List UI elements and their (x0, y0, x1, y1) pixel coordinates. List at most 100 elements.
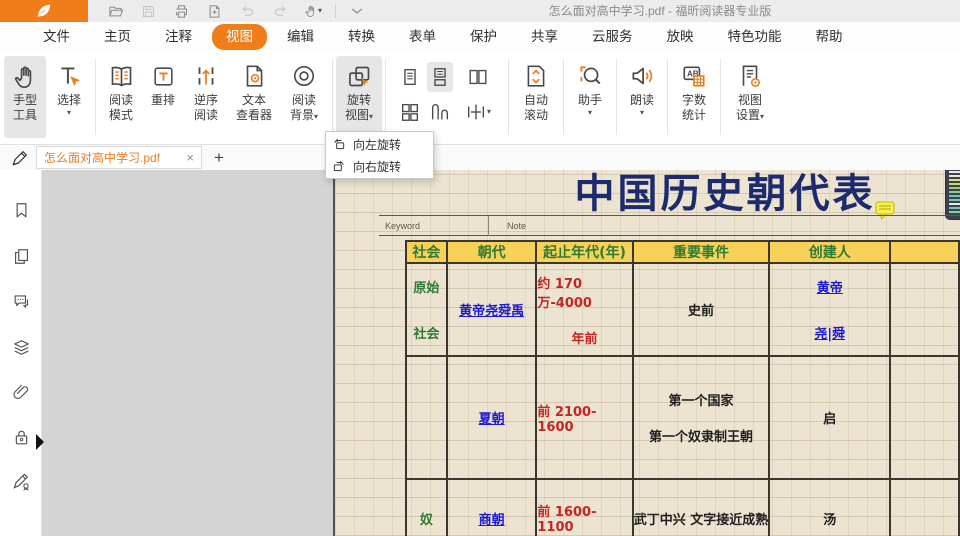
menu-cloud[interactable]: 云服务 (575, 26, 650, 48)
button-label: 助手 (578, 93, 602, 108)
layers-panel-button[interactable] (11, 337, 31, 357)
layers-icon (12, 338, 31, 357)
hand-tool-quick-button[interactable]: ▾ (300, 0, 326, 22)
button-label: 视图▾ (345, 108, 373, 123)
auto-scroll-button[interactable]: 自动 滚动 (512, 56, 560, 138)
organize-pages-button[interactable] (201, 0, 227, 22)
founder-link[interactable]: 黄帝 (817, 277, 843, 296)
event-text: 第一个奴隶制王朝 (649, 426, 753, 445)
menu-view-active[interactable]: 视图 (212, 24, 267, 50)
menu-features[interactable]: 特色功能 (711, 26, 799, 48)
rotate-left-icon (332, 137, 346, 151)
reading-mode-button[interactable]: 阅读 模式 (99, 56, 143, 138)
dynasty-link[interactable]: 黄帝尧舜禹 (459, 300, 524, 319)
button-label: 手型 (13, 93, 37, 108)
table-row: 夏朝 前 2100-1600 第一个国家 第一个奴隶制王朝 启 (406, 356, 959, 479)
print-button[interactable] (168, 0, 194, 22)
magnifier-assistant-icon (577, 63, 603, 89)
ribbon-separator (95, 59, 96, 135)
continuous-view-button[interactable] (427, 62, 453, 92)
menu-file[interactable]: 文件 (26, 26, 87, 48)
button-label: 重排 (151, 93, 175, 108)
document-scrollbar-preview[interactable] (945, 170, 960, 220)
dynasty-link[interactable]: 商朝 (479, 509, 505, 528)
menu-edit[interactable]: 编辑 (270, 26, 331, 48)
header-period: 起止年代(年) (536, 241, 632, 263)
dropdown-caret-icon: ▾ (588, 108, 592, 118)
view-settings-gear-icon (737, 63, 763, 89)
menu-share[interactable]: 共享 (514, 26, 575, 48)
view-settings-button[interactable]: 视图 设置▾ (724, 56, 776, 138)
menu-home[interactable]: 主页 (87, 26, 148, 48)
menu-comment[interactable]: 注释 (148, 26, 209, 48)
assistant-button[interactable]: 助手 ▾ (567, 56, 613, 138)
dynasty-table: 社会 朝代 起止年代(年) 重要事件 创建人 原始 社会 黄帝尧舜禹 约 170… (405, 240, 960, 536)
open-book-icon (108, 63, 135, 90)
menu-form[interactable]: 表单 (392, 26, 453, 48)
continuous-page-icon (429, 66, 451, 88)
rotate-right-menu-item[interactable]: 向右旋转 (326, 155, 433, 177)
founder-link[interactable]: 尧|舜 (814, 323, 845, 342)
society-text: 社会 (413, 323, 439, 342)
redo-button[interactable] (267, 0, 293, 22)
select-tool-button[interactable]: 选择 ▾ (46, 56, 92, 138)
reverse-reading-button[interactable]: 逆序 阅读 (183, 56, 229, 138)
menu-protect[interactable]: 保护 (453, 26, 514, 48)
facing-view-button[interactable] (465, 62, 491, 92)
button-label: 工具 (13, 108, 37, 123)
split-view-button[interactable]: ▾ (465, 97, 491, 127)
button-label: 查看器 (236, 108, 272, 123)
button-label: 朗读 (630, 93, 654, 108)
app-logo[interactable] (0, 0, 88, 22)
panel-expand-handle[interactable] (36, 434, 44, 450)
keyword-note-band: Keyword Note (379, 215, 960, 236)
menu-help[interactable]: 帮助 (799, 26, 860, 48)
pages-panel-button[interactable] (11, 246, 31, 266)
save-button[interactable] (135, 0, 161, 22)
single-page-view-button[interactable] (397, 62, 423, 92)
chevron-down-icon (349, 3, 365, 19)
separate-cover-view-button[interactable] (427, 97, 453, 127)
tab-close-button[interactable]: × (180, 150, 194, 165)
continuous-facing-view-button[interactable] (397, 97, 423, 127)
button-label: 字数 (682, 93, 706, 108)
signatures-panel-button[interactable] (11, 471, 31, 491)
society-text: 原始 (413, 277, 439, 296)
auto-scroll-icon (523, 63, 549, 89)
menu-convert[interactable]: 转换 (331, 26, 392, 48)
hand-tool-button[interactable]: 手型 工具 (4, 56, 46, 138)
rotate-view-button[interactable]: 旋转 视图▾ (336, 56, 382, 138)
button-label: 旋转 (347, 93, 371, 108)
new-tab-button[interactable]: + (207, 146, 231, 169)
signature-pen-icon (11, 471, 31, 491)
word-count-button[interactable]: 字数 统计 (671, 56, 717, 138)
dropdown-caret-icon: ▾ (640, 108, 644, 118)
undo-button[interactable] (234, 0, 260, 22)
header-events: 重要事件 (633, 241, 770, 263)
rotate-view-dropdown: 向左旋转 向右旋转 (325, 131, 434, 179)
printer-icon (174, 4, 189, 19)
button-label: 自动 (524, 93, 548, 108)
attachments-panel-button[interactable] (11, 382, 31, 402)
document-tab-active[interactable]: 怎么面对高中学习.pdf × (36, 146, 202, 169)
event-text: 史前 (688, 300, 714, 319)
single-page-icon (399, 66, 421, 88)
bookmarks-panel-button[interactable] (11, 200, 31, 220)
open-file-button[interactable] (102, 0, 128, 22)
comments-panel-button[interactable] (11, 291, 31, 311)
dynasty-link[interactable]: 夏朝 (479, 408, 505, 427)
band-divider (488, 216, 489, 236)
reverse-order-icon (193, 63, 219, 89)
cover-pages-icon (429, 101, 451, 123)
menu-present[interactable]: 放映 (650, 26, 711, 48)
table-row: 原始 社会 黄帝尧舜禹 约 170 万-4000 年前 史前 黄帝 尧|舜 (406, 263, 959, 356)
read-aloud-button[interactable]: 朗读 ▾ (620, 56, 664, 138)
reflow-button[interactable]: 重排 (143, 56, 183, 138)
button-label: 背景▾ (290, 108, 318, 123)
rotate-left-menu-item[interactable]: 向左旋转 (326, 133, 433, 155)
customize-toolbar-button[interactable] (344, 0, 370, 22)
text-viewer-button[interactable]: 文本 查看器 (229, 56, 279, 138)
security-panel-button[interactable] (11, 427, 31, 447)
annotate-pencil-button[interactable] (9, 147, 31, 168)
reading-background-button[interactable]: 阅读 背景▾ (279, 56, 329, 138)
